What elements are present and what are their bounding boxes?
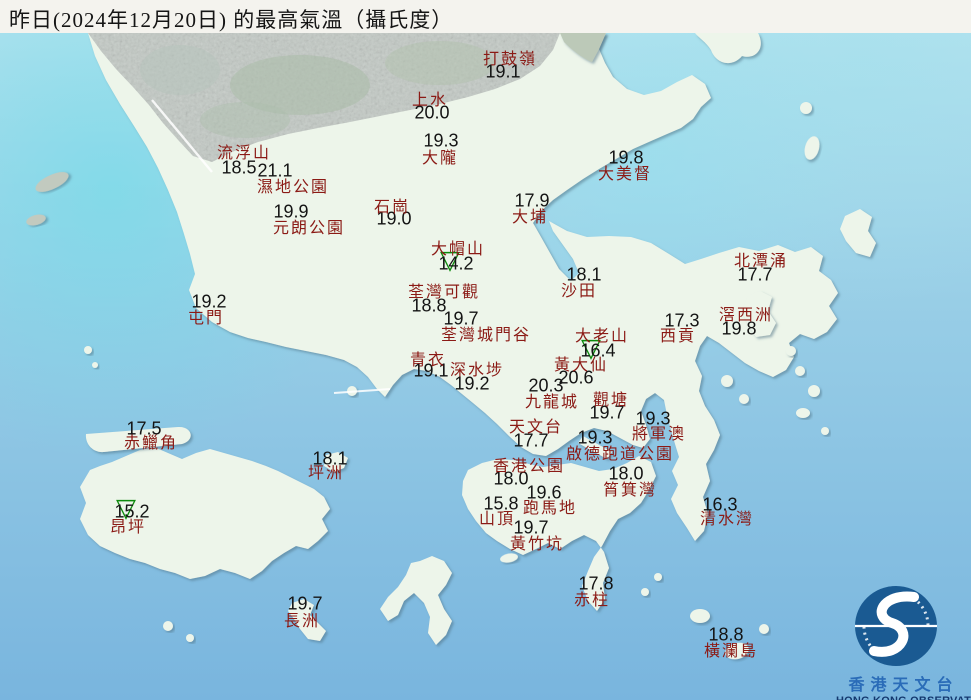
- station-name: 清水灣: [699, 511, 755, 528]
- station-name: 跑馬地: [522, 500, 578, 517]
- station-name: 荃灣城門谷: [440, 327, 532, 344]
- station-name: 昂坪: [109, 519, 147, 536]
- station-name: 深水埗: [449, 362, 505, 379]
- station-name: 打鼓嶺: [482, 51, 538, 68]
- station-name: 濕地公園: [256, 179, 330, 196]
- station-name: 大美督: [597, 166, 653, 183]
- station-name: 元朗公園: [272, 220, 346, 237]
- station-name: 屯門: [187, 310, 225, 327]
- station-name: 坪洲: [307, 465, 345, 482]
- station-name: 天文台: [508, 419, 564, 436]
- station-name: 大帽山: [430, 241, 486, 258]
- stations-layer: 19.1 打鼓嶺 20.0 上水 19.3 大隴 19.8 大美督 18.5 流浮山 21.1 濕地公…: [0, 0, 971, 700]
- hko-logo-english: HONG KONG OBSERVATORY: [836, 695, 971, 700]
- station-name: 赤柱: [573, 592, 611, 609]
- weather-map-page: 昨日(2024年12月20日) 的最高氣溫（攝氏度） 19.1 打鼓嶺 20.0 上水…: [0, 0, 971, 700]
- station-name: 黃竹坑: [509, 536, 565, 553]
- hko-logo: 香港天文台 HONG KONG OBSERVATORY: [836, 556, 971, 700]
- station-name: 上水: [411, 92, 449, 109]
- station-name: 荃灣可觀: [407, 284, 481, 301]
- station-name: 香港公園: [492, 458, 566, 475]
- station-name: 青衣: [409, 352, 447, 369]
- station-name: 九龍城: [524, 394, 580, 411]
- station-name: 觀塘: [592, 392, 630, 409]
- station-name: 長洲: [283, 613, 321, 630]
- station-name: 滘西洲: [718, 307, 774, 324]
- station-name: 大隴: [421, 150, 459, 167]
- station-name: 石崗: [373, 199, 411, 216]
- station-name: 西貢: [659, 328, 697, 345]
- station-name: 北潭涌: [733, 253, 789, 270]
- station-name: 筲箕灣: [602, 482, 658, 499]
- hko-logo-chinese: 香港天文台: [848, 677, 959, 694]
- station-name: 赤鱲角: [123, 435, 179, 452]
- station-name: 啟德跑道公園: [565, 446, 675, 463]
- hko-logo-icon: [855, 586, 937, 666]
- station-name: 黃大仙: [553, 357, 609, 374]
- station-name: 大埔: [511, 209, 549, 226]
- station-name: 山頂: [478, 511, 516, 528]
- station-name: 橫瀾島: [703, 643, 759, 660]
- station-name: 流浮山: [216, 145, 272, 162]
- station-name: 大老山: [574, 328, 630, 345]
- station-name: 沙田: [560, 283, 598, 300]
